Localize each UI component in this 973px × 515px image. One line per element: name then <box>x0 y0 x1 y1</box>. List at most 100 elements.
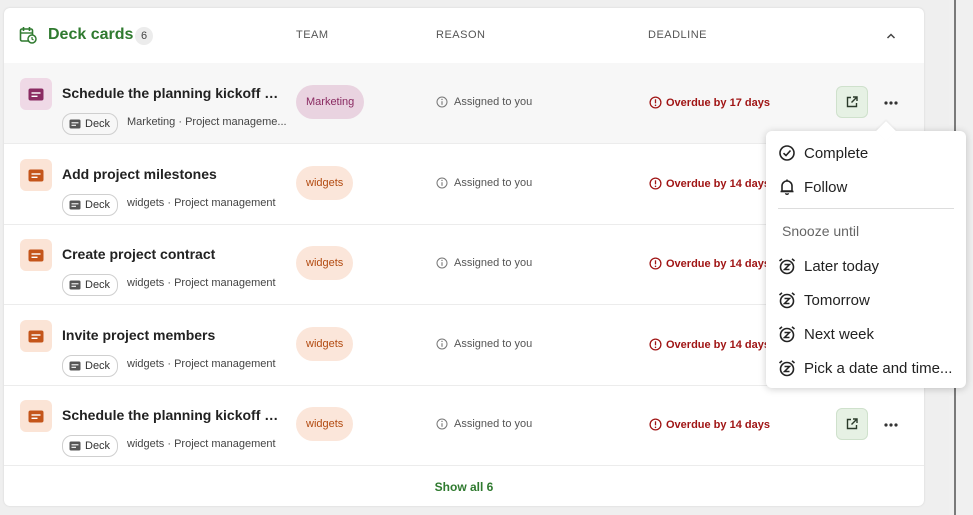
reason-text: Assigned to you <box>454 418 533 430</box>
menu-item-follow[interactable]: Follow <box>766 172 966 202</box>
app-chip-label: Deck <box>85 440 111 452</box>
task-context: widgets · Project management <box>127 197 276 209</box>
section-count-badge: 6 <box>135 27 153 45</box>
deadline-cell: Overdue by 14 days <box>649 418 770 431</box>
menu-item-tomorrow[interactable]: Tomorrow <box>766 285 966 315</box>
card-icon <box>69 119 81 129</box>
task-title[interactable]: Create project contract <box>62 246 287 262</box>
menu-item-next-week[interactable]: Next week <box>766 319 966 349</box>
deck-app-icon <box>20 320 52 352</box>
reason-text: Assigned to you <box>454 177 533 189</box>
alarm-snooze-icon <box>778 360 796 377</box>
reason-cell: Assigned to you <box>436 418 532 430</box>
deadline-cell: Overdue by 14 days <box>649 257 770 270</box>
deck-app-icon <box>20 239 52 271</box>
info-icon <box>436 257 448 269</box>
column-header-team: TEAM <box>296 29 329 41</box>
deadline-text: Overdue by 14 days <box>666 177 770 190</box>
snooze-heading: Snooze until <box>782 223 860 239</box>
calendar-clock-icon <box>19 27 37 44</box>
column-header-reason: REASON <box>436 29 486 41</box>
menu-item-label: Tomorrow <box>804 291 870 309</box>
app-chip: Deck <box>62 355 119 377</box>
column-header-deadline: DEADLINE <box>648 29 708 41</box>
team-badge: widgets <box>296 246 354 280</box>
table-row[interactable]: Schedule the planning kickoff m... Deck wi… <box>4 385 924 466</box>
menu-item-label: Follow <box>804 178 848 196</box>
app-chip: Deck <box>62 113 119 135</box>
menu-item-label: Next week <box>804 325 875 343</box>
task-context: Marketing · Project manageme... <box>127 116 287 128</box>
alarm-snooze-icon <box>778 326 796 343</box>
task-title[interactable]: Schedule the planning kickoff m... <box>62 407 287 423</box>
reason-text: Assigned to you <box>454 257 533 269</box>
info-icon <box>436 418 448 430</box>
ellipsis-icon <box>884 423 898 427</box>
alert-circle-icon <box>649 177 662 190</box>
section-header: Deck cards 6 TEAM REASON DEADLINE <box>4 8 924 64</box>
menu-item-label: Complete <box>804 144 869 162</box>
reason-cell: Assigned to you <box>436 96 532 108</box>
info-icon <box>436 96 448 108</box>
task-context: widgets · Project management <box>127 438 276 450</box>
alert-circle-icon <box>649 418 662 431</box>
app-chip: Deck <box>62 194 119 216</box>
app-chip-label: Deck <box>85 118 111 130</box>
ellipsis-icon <box>884 101 898 105</box>
deadline-text: Overdue by 14 days <box>666 418 770 431</box>
info-icon <box>436 338 448 350</box>
menu-item-complete[interactable]: Complete <box>766 138 966 168</box>
task-title[interactable]: Schedule the planning kickoff m... <box>62 85 287 101</box>
external-link-icon <box>846 418 858 430</box>
show-all-link[interactable]: Show all 6 <box>4 480 924 494</box>
team-badge: Marketing <box>296 85 365 119</box>
deck-app-icon <box>20 78 52 110</box>
more-actions-button[interactable] <box>876 410 906 440</box>
card-icon <box>69 441 81 451</box>
chevron-up-icon[interactable] <box>884 29 898 43</box>
card-icon <box>69 200 81 210</box>
app-chip-label: Deck <box>85 199 111 211</box>
deadline-cell: Overdue by 14 days <box>649 338 770 351</box>
actions-menu: Complete Follow Snooze until Later today… <box>766 121 966 388</box>
open-link-button[interactable] <box>836 408 868 440</box>
app-chip-label: Deck <box>85 279 111 291</box>
more-actions-button[interactable] <box>876 88 906 118</box>
menu-divider <box>778 208 954 209</box>
task-title[interactable]: Add project milestones <box>62 166 287 182</box>
external-link-icon <box>846 96 858 108</box>
deadline-cell: Overdue by 14 days <box>649 177 770 190</box>
app-chip-label: Deck <box>85 360 111 372</box>
card-icon <box>69 280 81 290</box>
task-context: widgets · Project management <box>127 277 276 289</box>
card-icon <box>69 361 81 371</box>
deadline-text: Overdue by 14 days <box>666 257 770 270</box>
check-circle-icon <box>779 145 795 161</box>
reason-cell: Assigned to you <box>436 177 532 189</box>
section-title: Deck cards <box>48 26 134 43</box>
reason-text: Assigned to you <box>454 96 533 108</box>
menu-item-label: Later today <box>804 257 880 275</box>
alarm-snooze-icon <box>778 292 796 309</box>
team-badge: widgets <box>296 166 354 200</box>
bell-icon <box>780 179 794 196</box>
reason-text: Assigned to you <box>454 338 533 350</box>
task-title[interactable]: Invite project members <box>62 327 287 343</box>
open-link-button[interactable] <box>836 86 868 118</box>
alert-circle-icon <box>649 257 662 270</box>
deadline-text: Overdue by 17 days <box>666 96 770 109</box>
team-badge: widgets <box>296 327 354 361</box>
app-chip: Deck <box>62 274 119 296</box>
reason-cell: Assigned to you <box>436 338 532 350</box>
deck-app-icon <box>20 400 52 432</box>
deck-app-icon <box>20 159 52 191</box>
app-chip: Deck <box>62 435 119 457</box>
deadline-text: Overdue by 14 days <box>666 338 770 351</box>
deadline-cell: Overdue by 17 days <box>649 96 770 109</box>
task-context: widgets · Project management <box>127 358 276 370</box>
reason-cell: Assigned to you <box>436 257 532 269</box>
info-icon <box>436 177 448 189</box>
menu-item-later-today[interactable]: Later today <box>766 251 966 281</box>
alarm-snooze-icon <box>778 258 796 275</box>
menu-item-pick-date[interactable]: Pick a date and time... <box>766 353 966 383</box>
